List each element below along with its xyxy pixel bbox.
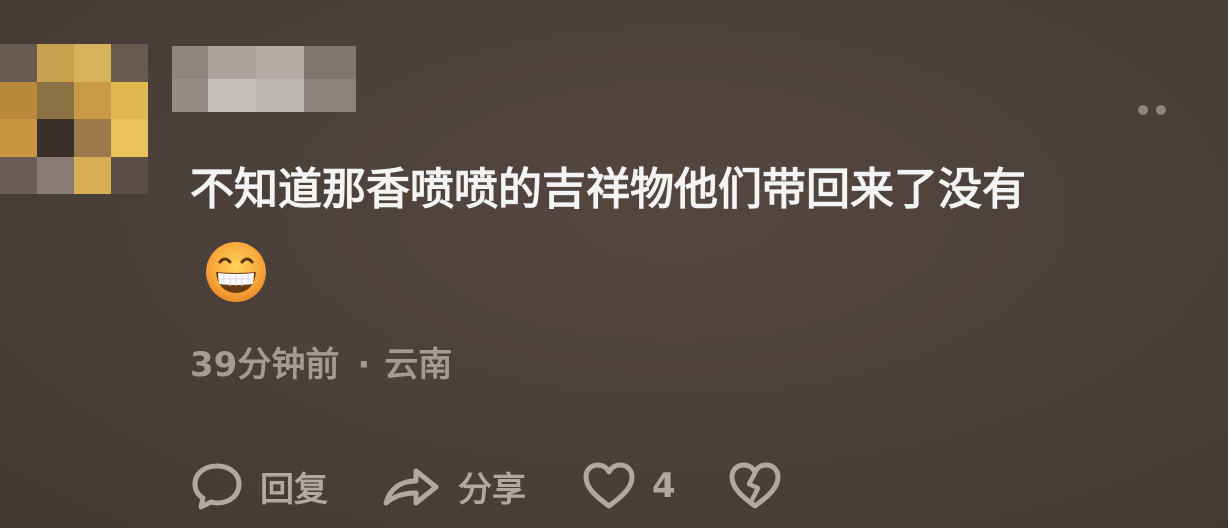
more-dots-icon[interactable] <box>1138 100 1178 120</box>
dislike-button[interactable] <box>728 462 782 510</box>
avatar[interactable] <box>0 44 148 194</box>
username-blurred[interactable] <box>172 46 356 112</box>
comment-card: 不知道那香喷喷的吉祥物他们带回来了没有 39分钟前 · 云南 回复 分享 4 <box>0 0 1228 528</box>
heart-icon <box>583 462 635 509</box>
grinning-face-emoji <box>206 242 266 302</box>
comment-location: 云南 <box>384 345 453 385</box>
comment-meta: 39分钟前 · 云南 <box>190 340 452 390</box>
share-button[interactable]: 分享 <box>380 461 526 511</box>
comment-time: 39分钟前 <box>190 345 340 385</box>
meta-separator: · <box>357 345 371 385</box>
like-count: 4 <box>652 466 676 506</box>
share-arrow-icon <box>383 468 439 506</box>
comment-bubble-icon <box>192 463 242 510</box>
comment-actions: 回复 分享 4 <box>190 458 782 514</box>
reply-button[interactable]: 回复 <box>190 461 328 511</box>
reply-label: 回复 <box>260 469 328 510</box>
like-button[interactable]: 4 <box>582 462 676 510</box>
comment-text: 不知道那香喷喷的吉祥物他们带回来了没有 <box>190 164 1026 215</box>
share-label: 分享 <box>458 469 526 510</box>
broken-heart-icon <box>729 462 781 509</box>
